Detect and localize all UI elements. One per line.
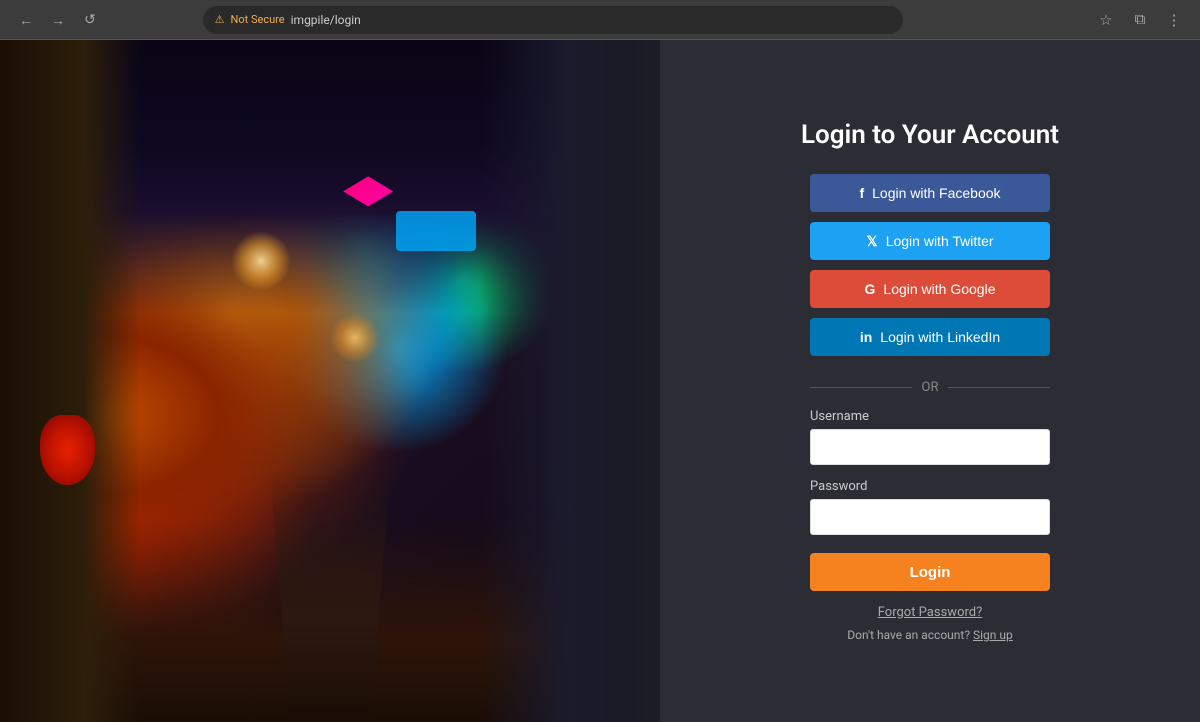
or-text: OR [922, 380, 939, 395]
photo-side [0, 40, 660, 722]
red-lantern [40, 415, 95, 485]
linkedin-icon: in [860, 329, 872, 345]
login-button[interactable]: Login [810, 553, 1050, 591]
username-label: Username [810, 409, 1050, 424]
browser-chrome: ← → ↺ ⚠ Not Secure imgpile/login ☆ ⧉ ⋮ [0, 0, 1200, 40]
twitter-login-button[interactable]: 𝕏 Login with Twitter [810, 222, 1050, 260]
facebook-login-button[interactable]: f Login with Facebook [810, 174, 1050, 212]
browser-actions: ☆ ⧉ ⋮ [1092, 6, 1188, 34]
facebook-icon: f [859, 185, 864, 201]
login-title: Login to Your Account [801, 120, 1059, 150]
signup-link[interactable]: Sign up [973, 628, 1013, 642]
neon-sign-bar [396, 211, 476, 251]
nav-buttons: ← → ↺ [12, 6, 104, 34]
username-group: Username [810, 409, 1050, 465]
star-button[interactable]: ☆ [1092, 6, 1120, 34]
forward-button[interactable]: → [44, 6, 72, 34]
linkedin-btn-label: Login with LinkedIn [880, 329, 1000, 345]
extensions-button[interactable]: ⧉ [1126, 6, 1154, 34]
password-group: Password [810, 479, 1050, 535]
password-label: Password [810, 479, 1050, 494]
no-account-text: Don't have an account? [847, 628, 970, 642]
security-warning-icon: ⚠ [215, 13, 225, 26]
forgot-password-link[interactable]: Forgot Password? [878, 605, 983, 620]
reload-button[interactable]: ↺ [76, 6, 104, 34]
linkedin-login-button[interactable]: in Login with LinkedIn [810, 318, 1050, 356]
or-divider: OR [810, 380, 1050, 395]
username-input[interactable] [810, 429, 1050, 465]
menu-button[interactable]: ⋮ [1160, 6, 1188, 34]
divider-line-right [948, 387, 1050, 388]
password-input[interactable] [810, 499, 1050, 535]
google-btn-label: Login with Google [883, 281, 995, 297]
twitter-btn-label: Login with Twitter [886, 233, 994, 249]
google-icon: G [865, 281, 876, 297]
building-left [0, 40, 140, 722]
back-button[interactable]: ← [12, 6, 40, 34]
url-text: imgpile/login [291, 13, 361, 27]
google-login-button[interactable]: G Login with Google [810, 270, 1050, 308]
lantern-glow-2 [330, 313, 380, 363]
facebook-btn-label: Login with Facebook [872, 185, 1000, 201]
security-label: Not Secure [231, 13, 285, 26]
page-content: Login to Your Account f Login with Faceb… [0, 40, 1200, 722]
divider-line-left [810, 387, 912, 388]
signup-text: Don't have an account? Sign up [847, 628, 1013, 642]
address-bar[interactable]: ⚠ Not Secure imgpile/login [203, 6, 903, 34]
lantern-glow-1 [231, 231, 291, 291]
login-side: Login to Your Account f Login with Faceb… [660, 40, 1200, 722]
photo-right-overlay [540, 40, 660, 722]
twitter-icon: 𝕏 [866, 233, 877, 250]
